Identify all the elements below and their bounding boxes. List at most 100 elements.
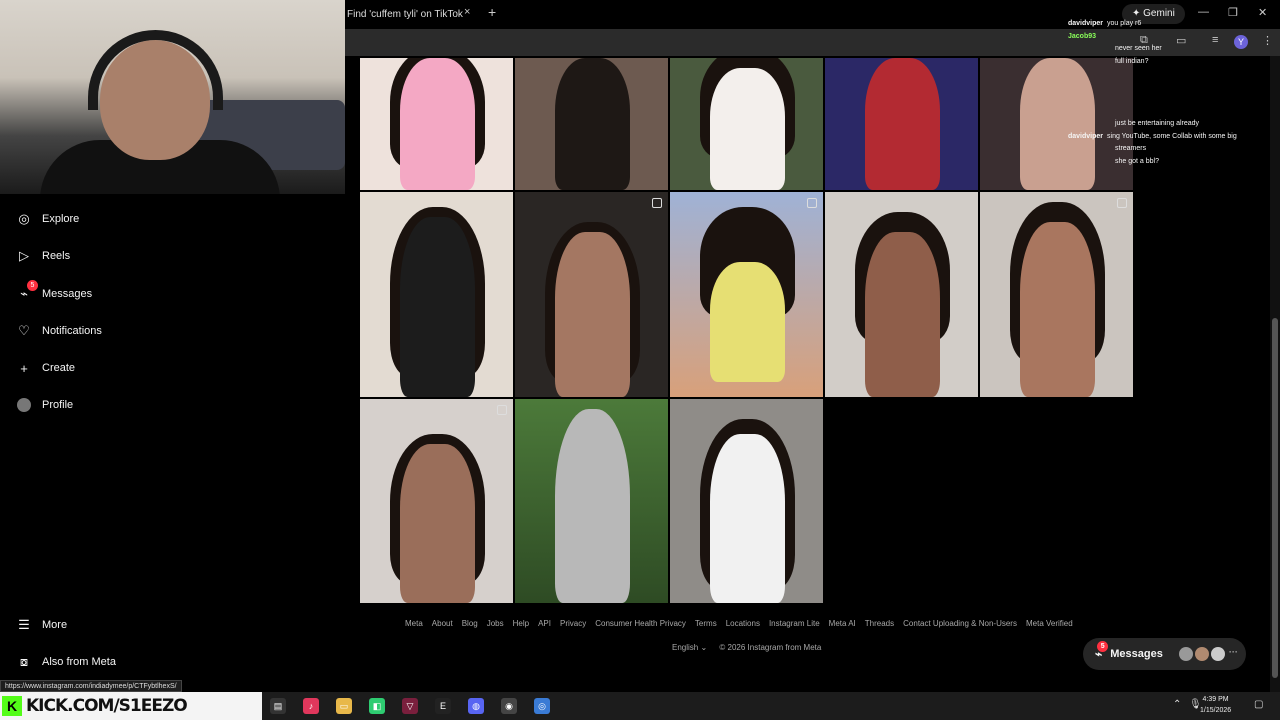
messages-pill-button[interactable]: ⌁ 5 Messages ··· (1083, 638, 1246, 670)
stream-chat-overlay: davidviper you play r6 Jacob93 never seen… (1068, 0, 1268, 200)
sidebar-item-more[interactable]: ☰ More (16, 613, 67, 637)
language-select[interactable]: English ⌄ (672, 643, 707, 652)
footer-link[interactable]: Terms (695, 619, 717, 628)
footer-link[interactable]: Locations (726, 619, 760, 628)
footer-link[interactable]: Jobs (487, 619, 504, 628)
post-thumbnail[interactable] (515, 192, 668, 397)
footer-link[interactable]: Help (513, 619, 529, 628)
chat-message (1068, 68, 1268, 81)
kick-url-text: KICK.COM/S1EEZO (26, 696, 188, 716)
music-app-icon[interactable]: ♪ (303, 698, 319, 714)
carousel-icon (652, 198, 662, 208)
post-thumbnail[interactable] (515, 399, 668, 603)
post-thumbnail[interactable] (980, 192, 1133, 397)
avatar (1178, 647, 1193, 661)
post-thumbnail[interactable] (670, 399, 823, 603)
new-tab-icon[interactable]: + (488, 4, 496, 20)
more-icon: ··· (1228, 647, 1238, 657)
taskbar-clock[interactable]: 4:39 PM 1/15/2026 (1200, 694, 1231, 716)
footer-copyright-row: English ⌄ © 2026 Instagram from Meta (672, 643, 821, 652)
chat-message: davidviper sing YouTube, some Collab with… (1068, 132, 1237, 140)
browser-tab-active[interactable]: Find 'cuffem tyli' on TikTok | Tik (345, 0, 465, 29)
file-explorer-icon[interactable]: ▭ (336, 698, 352, 714)
footer-links: Meta About Blog Jobs Help API Privacy Co… (405, 619, 1082, 628)
chrome-icon[interactable]: ◎ (534, 698, 550, 714)
post-thumbnail[interactable] (825, 58, 978, 190)
obs-icon[interactable]: ◉ (501, 698, 517, 714)
footer-link[interactable]: Instagram Lite (769, 619, 820, 628)
task-view-icon[interactable]: ▤ (270, 698, 286, 714)
footer-link[interactable]: Consumer Health Privacy (595, 619, 686, 628)
tray-chevron-icon[interactable]: ⌃ (1173, 699, 1181, 710)
messenger-icon: ⌁ 5 (16, 280, 38, 302)
headphones-icon (88, 30, 223, 110)
compass-icon: ◎ (18, 211, 30, 226)
footer-link[interactable]: Meta (405, 619, 423, 628)
reels-icon: ▷ (19, 248, 29, 263)
webcam-overlay (0, 0, 345, 194)
footer-link[interactable]: Contact Uploading & Non-Users (903, 619, 1017, 628)
footer-link[interactable]: Privacy (560, 619, 586, 628)
notifications-icon[interactable]: ▢ (1254, 699, 1263, 710)
messages-pill-label: Messages (1110, 648, 1163, 660)
post-thumbnail[interactable] (360, 192, 513, 397)
chat-message: full indian? (1115, 57, 1149, 65)
chat-message: never seen her (1115, 45, 1162, 52)
sidebar-item-label: Reels (42, 250, 71, 262)
app-icon[interactable]: ▽ (402, 698, 418, 714)
avatar-icon (16, 397, 32, 413)
footer-link[interactable]: Meta Verified (1026, 619, 1073, 628)
sidebar-item-messages[interactable]: ⌁ 5 Messages (16, 280, 93, 306)
footer-link[interactable]: About (432, 619, 453, 628)
link-preview-status: https://www.instagram.com/indiadymee/p/C… (0, 680, 182, 692)
post-thumbnail[interactable] (670, 58, 823, 190)
messages-badge: 5 (27, 280, 38, 291)
post-thumbnail[interactable] (360, 399, 513, 603)
messenger-icon: ⌁ 5 (1095, 641, 1109, 661)
epic-games-icon[interactable]: E (435, 698, 451, 714)
chat-message (1068, 106, 1268, 119)
footer-link[interactable]: Threads (865, 619, 894, 628)
sidebar-item-label: Create (42, 362, 76, 374)
scrollbar-thumb[interactable] (1272, 318, 1278, 678)
sidebar-item-label: Explore (42, 213, 80, 225)
post-thumbnail[interactable] (670, 192, 823, 397)
footer-link[interactable]: API (538, 619, 551, 628)
kick-stream-banner: K KICK.COM/S1EEZO (0, 692, 262, 720)
footer-link[interactable]: Meta AI (829, 619, 856, 628)
footer-link[interactable]: Blog (462, 619, 478, 628)
carousel-icon (497, 405, 507, 415)
copyright-text: © 2026 Instagram from Meta (719, 643, 822, 652)
clock-date: 1/15/2026 (1200, 707, 1232, 714)
messages-badge: 5 (1097, 641, 1109, 652)
avatar (1210, 647, 1225, 661)
app-icon[interactable]: ◧ (369, 698, 385, 714)
discord-icon[interactable]: ◍ (468, 698, 484, 714)
chat-message: just be entertaining already (1115, 120, 1200, 127)
post-thumbnail[interactable] (825, 192, 978, 397)
sidebar-item-reels[interactable]: ▷ Reels (16, 244, 70, 268)
hamburger-icon: ☰ (18, 617, 30, 632)
sidebar-item-create[interactable]: + Create (16, 356, 75, 380)
tab-title: Find 'cuffem tyli' on TikTok | Tik (347, 9, 465, 20)
chat-message: davidviper you play r6 (1068, 20, 1142, 27)
sidebar-item-also-from-meta[interactable]: ⧇ Also from Meta (16, 650, 116, 674)
avatar (1194, 647, 1209, 661)
chat-message: Jacob93 (1068, 32, 1097, 40)
chat-message (1068, 93, 1268, 106)
carousel-icon (807, 198, 817, 208)
plus-icon: + (20, 360, 28, 376)
sidebar-item-label: Messages (42, 288, 93, 300)
kick-logo-icon: K (2, 696, 22, 716)
close-tab-icon[interactable]: × (464, 6, 470, 18)
meta-apps-icon: ⧇ (19, 654, 29, 669)
post-thumbnail[interactable] (515, 58, 668, 190)
clock-time: 4:39 PM (1202, 696, 1229, 703)
sidebar-item-label: Profile (42, 399, 74, 411)
sidebar-item-notifications[interactable]: ♡ Notifications (16, 319, 102, 343)
chat-message (1068, 81, 1268, 94)
post-thumbnail[interactable] (360, 58, 513, 190)
sidebar-item-profile[interactable]: Profile (16, 393, 73, 417)
sidebar-item-explore[interactable]: ◎ Explore (16, 207, 79, 231)
heart-icon: ♡ (18, 323, 30, 338)
